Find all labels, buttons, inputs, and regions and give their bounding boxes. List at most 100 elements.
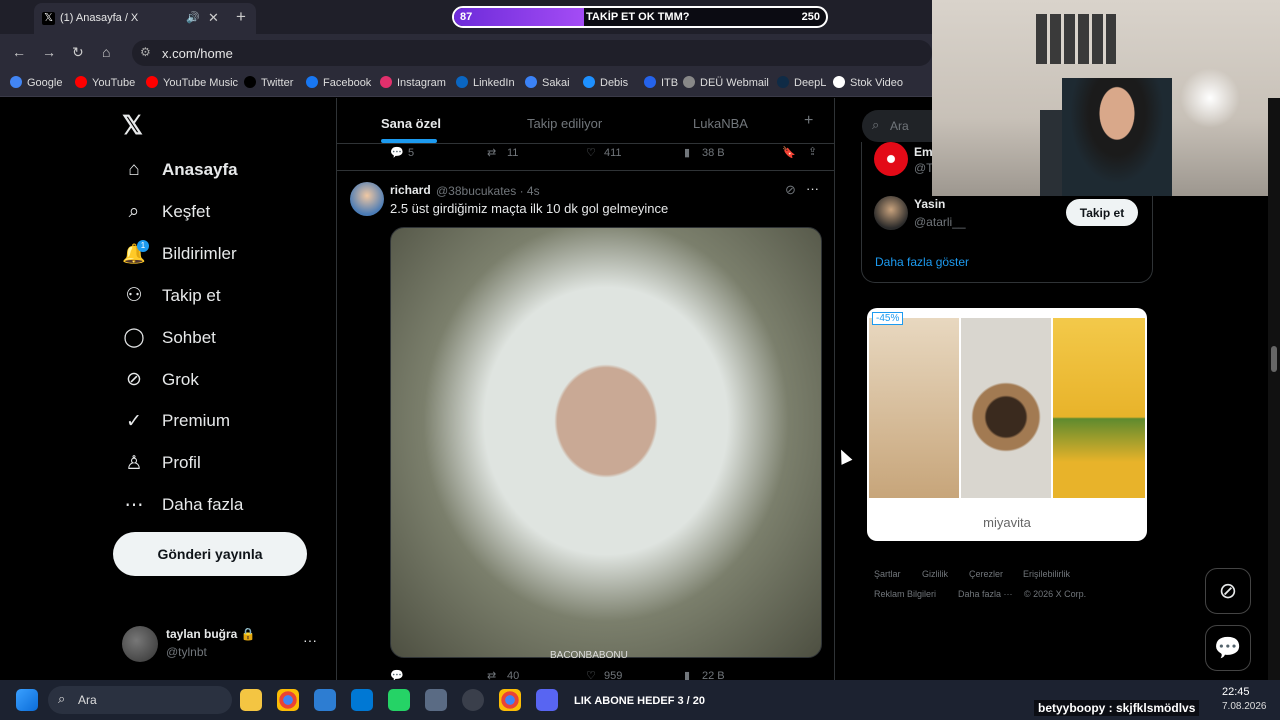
site-info-icon[interactable]: ⚙ <box>140 45 151 59</box>
bookmark-google[interactable]: Google <box>10 76 62 89</box>
suggestion-name[interactable]: Yasin <box>914 197 945 211</box>
account-more-icon[interactable]: ··· <box>303 632 317 648</box>
reload-icon[interactable]: ↻ <box>72 44 84 61</box>
follow-button[interactable]: Takip et <box>1066 199 1138 226</box>
sidebar-item-takip-et[interactable]: ⚇ Takip et <box>122 279 220 313</box>
tab-following[interactable]: Takip ediliyor <box>527 116 602 131</box>
browser-tab[interactable]: 𝕏 (1) Anasayfa / X 🔊 ✕ <box>34 3 256 34</box>
back-icon[interactable]: ← <box>12 44 26 60</box>
account-avatar[interactable] <box>122 626 158 662</box>
search-icon: ⌕ <box>58 691 66 706</box>
whatsapp-icon[interactable] <box>388 689 410 711</box>
ad-image[interactable] <box>1053 318 1145 498</box>
bookmarks-bar: Google YouTube YouTube Music Twitter Faceboo… <box>0 70 932 97</box>
start-icon[interactable] <box>16 689 38 711</box>
new-tab-icon[interactable]: + <box>236 7 246 27</box>
search-input[interactable]: ⌕ Ara <box>862 110 932 142</box>
bookmark-debis[interactable]: Debis <box>583 76 628 89</box>
bookmark-de-webmail[interactable]: DEÜ Webmail <box>683 76 769 89</box>
footer-link[interactable]: Gizlilik <box>922 569 948 579</box>
home-page-icon[interactable]: ⌂ <box>102 44 110 60</box>
reply-count: 5 <box>408 147 415 159</box>
streamer <box>1062 78 1172 196</box>
ad-image[interactable] <box>961 318 1051 498</box>
tweet-author-handle[interactable]: @38bucukates · 4s <box>436 184 540 198</box>
footer-link[interactable]: Daha fazla ··· <box>958 589 1013 599</box>
grok-explain-icon[interactable]: ⊘ <box>785 182 796 198</box>
bookmark-label: Google <box>27 77 63 89</box>
bookmark-itb[interactable]: ITB <box>644 76 678 89</box>
share-icon[interactable]: ⇪ <box>808 145 817 158</box>
reply-icon[interactable]: 💬 <box>390 146 404 159</box>
like-icon[interactable]: ♡ <box>586 146 596 159</box>
sidebar-item-daha-fazla[interactable]: ⋯ Daha fazla <box>122 488 244 522</box>
taskbar-search[interactable]: ⌕ Ara <box>48 686 232 714</box>
bookmark-favicon-icon <box>777 76 789 88</box>
chrome-profile-icon[interactable] <box>499 689 521 711</box>
sidebar-item-sohbet[interactable]: ◯ Sohbet <box>122 321 216 355</box>
footer-link[interactable]: Reklam Bilgileri <box>874 589 936 599</box>
bookmark-linkedin[interactable]: LinkedIn <box>456 76 515 89</box>
clock-time[interactable]: 22:45 <box>1222 686 1250 698</box>
add-tab-icon[interactable]: + <box>804 112 813 130</box>
sidebar-item-profil[interactable]: ♙ Profil <box>122 446 200 480</box>
bookmark-youtube-music[interactable]: YouTube Music <box>146 76 238 89</box>
sidebar-item-premium[interactable]: ✓ Premium <box>122 404 230 438</box>
bookmark-icon[interactable]: 🔖 <box>782 146 796 159</box>
tweet-author-name[interactable]: richard <box>390 183 431 197</box>
promoted-ad[interactable] <box>867 308 1147 541</box>
repost-icon[interactable]: ⇄ <box>487 146 496 159</box>
file-explorer-icon[interactable] <box>240 689 262 711</box>
ad-image[interactable] <box>869 318 959 498</box>
x-logo-icon[interactable]: 𝕏 <box>122 110 143 141</box>
tab-lukanba[interactable]: LukaNBA <box>693 116 748 131</box>
chrome-icon[interactable] <box>277 689 299 711</box>
sidebar-item-ke-fet[interactable]: ⌕ Keşfet <box>122 195 211 229</box>
suggestion-name[interactable]: Em <box>914 145 933 159</box>
bookmark-youtube[interactable]: YouTube <box>75 76 135 89</box>
bookmark-twitter[interactable]: Twitter <box>244 76 293 89</box>
tweet-media[interactable] <box>390 227 822 658</box>
post-button[interactable]: Gönderi yayınla <box>113 532 307 576</box>
discord-icon[interactable] <box>536 689 558 711</box>
bookmark-instagram[interactable]: Instagram <box>380 76 446 89</box>
views-icon[interactable]: ▮ <box>684 146 690 159</box>
speaker-icon[interactable]: 🔊 <box>186 11 200 24</box>
mail-icon[interactable] <box>351 689 373 711</box>
obs-icon[interactable] <box>462 689 484 711</box>
suggestion-avatar[interactable] <box>874 142 908 176</box>
footer-link[interactable]: Erişilebilirlik <box>1023 569 1070 579</box>
account-handle: @tylnbt <box>166 645 207 659</box>
suggestion-avatar[interactable] <box>874 196 908 230</box>
bookmark-sakai[interactable]: Sakai <box>525 76 570 89</box>
show-more-link[interactable]: Daha fazla göster <box>875 255 969 269</box>
bookmark-favicon-icon <box>380 76 392 88</box>
footer-link[interactable]: Şartlar <box>874 569 901 579</box>
bookmark-favicon-icon <box>244 76 256 88</box>
settings-icon[interactable] <box>425 689 447 711</box>
grok-fab-icon[interactable]: ⊘ <box>1205 568 1251 614</box>
discount-badge: -45% <box>872 312 904 325</box>
tweet-more-icon[interactable]: ··· <box>806 181 819 196</box>
bookmark-deepl[interactable]: DeepL <box>777 76 826 89</box>
scrollbar[interactable] <box>1268 98 1280 680</box>
tweet-divider <box>337 170 834 171</box>
tweet-author-avatar[interactable] <box>350 182 384 216</box>
store-icon[interactable] <box>314 689 336 711</box>
sidebar-item-anasayfa[interactable]: ⌂ Anasayfa <box>122 153 237 187</box>
bookmark-stok-video[interactable]: Stok Video <box>833 76 903 89</box>
bookmark-label: Instagram <box>397 77 446 89</box>
footer-link[interactable]: Çerezler <box>969 569 1003 579</box>
scrollbar-thumb[interactable] <box>1271 346 1277 372</box>
clock-date[interactable]: 7.08.2026 <box>1222 701 1267 712</box>
progress-left-value: 87 <box>460 11 473 23</box>
close-tab-icon[interactable]: ✕ <box>208 10 219 26</box>
sidebar-item-label: Keşfet <box>162 201 211 221</box>
tab-for-you[interactable]: Sana özel <box>381 116 441 131</box>
forward-icon[interactable]: → <box>42 44 56 60</box>
bookmark-facebook[interactable]: Facebook <box>306 76 371 89</box>
sidebar-item-grok[interactable]: ⊘ Grok <box>122 363 199 397</box>
ad-brand-name[interactable]: miyavita <box>867 515 1147 530</box>
messages-fab-icon[interactable]: 💬 <box>1205 625 1251 671</box>
url-field[interactable]: ⚙ x.com/home <box>132 40 932 66</box>
